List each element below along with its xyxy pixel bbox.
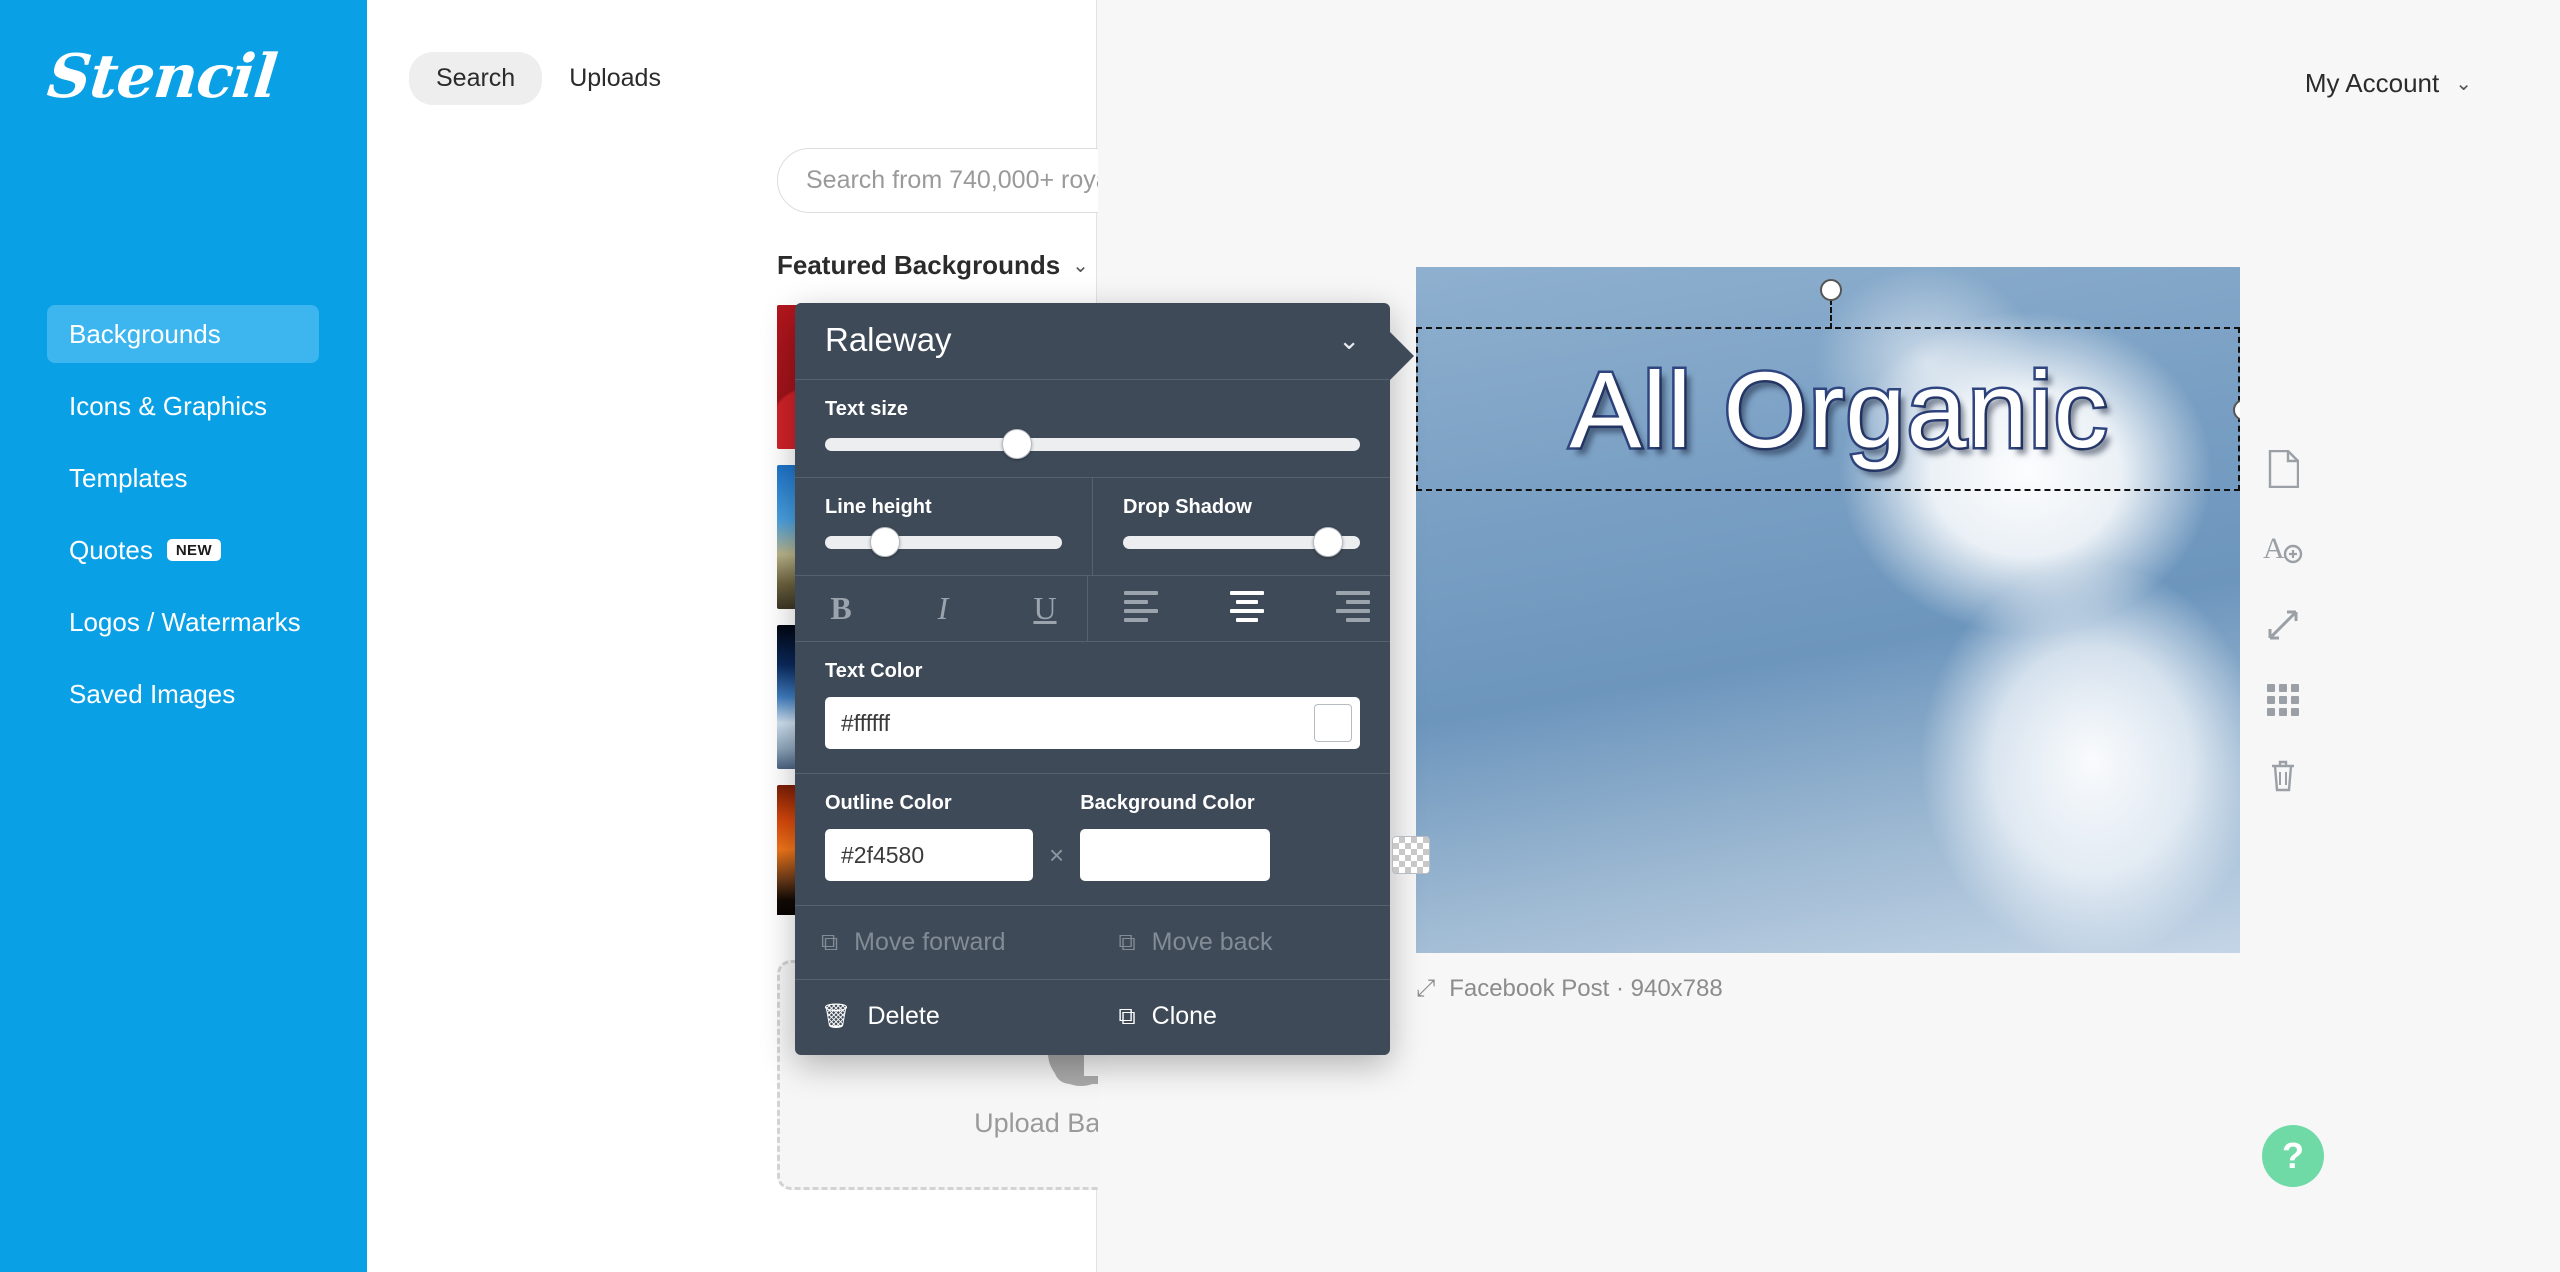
background-color-label: Background Color <box>1080 792 1255 814</box>
clone-label: Clone <box>1151 1002 1217 1030</box>
expand-icon: ⤢ <box>1416 975 1436 1002</box>
text-size-section: Text size <box>795 380 1390 478</box>
move-back-label: Move back <box>1151 928 1273 956</box>
trash-icon[interactable] <box>2268 758 2298 792</box>
drop-shadow-slider[interactable] <box>1123 527 1360 557</box>
text-color-section: Text Color <box>795 642 1390 774</box>
layer-actions: ⧉ Move forward ⧉ Move back <box>795 906 1390 980</box>
align-left-icon[interactable] <box>1124 590 1158 627</box>
text-align-group <box>1088 576 1390 641</box>
move-forward-button: ⧉ Move forward <box>795 906 1093 979</box>
new-badge: NEW <box>166 539 222 561</box>
selection-box <box>1416 279 2240 491</box>
move-back-button: ⧉ Move back <box>1093 906 1391 979</box>
app-logo[interactable]: Stencil <box>44 42 279 112</box>
slider-track <box>825 536 1062 549</box>
slider-knob[interactable] <box>870 527 901 557</box>
sidebar-item-label: Logos / Watermarks <box>69 606 301 637</box>
element-actions: 🗑 Delete ⧉ Clone <box>795 980 1390 1055</box>
grid-icon[interactable] <box>2267 684 2299 716</box>
app-root: Stencil Backgrounds Icons & Graphics Tem… <box>0 0 2560 1272</box>
drop-shadow-label: Drop Shadow <box>1123 496 1252 518</box>
sidebar-item-quotes[interactable]: Quotes NEW <box>47 521 319 579</box>
sidebar-nav: Backgrounds Icons & Graphics Templates Q… <box>47 305 319 737</box>
sidebar-item-label: Saved Images <box>69 678 236 709</box>
font-selector[interactable]: Raleway ⌄ <box>795 303 1390 380</box>
library-tabs: Search Uploads <box>409 52 688 105</box>
line-shadow-section: Line height Drop Shadow <box>795 478 1390 576</box>
move-forward-label: Move forward <box>854 928 1006 956</box>
text-size-label: Text size <box>825 398 908 420</box>
outline-color-field[interactable] <box>825 829 1175 881</box>
canvas-size-label: Facebook Post · 940x788 <box>1449 975 1723 1002</box>
sidebar-item-label: Backgrounds <box>69 318 221 349</box>
section-title: Featured Backgrounds <box>777 250 1061 280</box>
bold-button[interactable]: B <box>821 590 861 627</box>
sidebar: Stencil Backgrounds Icons & Graphics Tem… <box>0 0 367 1272</box>
design-canvas[interactable]: All Organic <box>1416 267 2240 953</box>
italic-button[interactable]: I <box>923 590 963 627</box>
tab-search[interactable]: Search <box>409 52 543 105</box>
slider-track <box>825 438 1360 451</box>
delete-label: Delete <box>867 1002 940 1030</box>
line-height-label: Line height <box>825 496 932 518</box>
trash-icon: 🗑 <box>821 1002 852 1030</box>
canvas-size-caption[interactable]: ⤢ Facebook Post · 940x788 <box>1416 975 1723 1003</box>
text-color-input[interactable] <box>841 709 1314 737</box>
tab-uploads[interactable]: Uploads <box>542 52 688 105</box>
text-color-label: Text Color <box>825 660 923 682</box>
sidebar-item-label: Templates <box>69 462 188 493</box>
background-color-input[interactable] <box>1096 841 1393 869</box>
sidebar-item-logos-watermarks[interactable]: Logos / Watermarks <box>47 593 319 651</box>
align-right-icon[interactable] <box>1336 590 1370 627</box>
resize-icon[interactable] <box>2266 608 2300 642</box>
clone-icon: ⧉ <box>1118 1002 1136 1030</box>
copy-icon: ⧉ <box>1118 928 1136 956</box>
chevron-down-icon[interactable]: ⌄ <box>1072 256 1089 276</box>
clone-button[interactable]: ⧉ Clone <box>1093 980 1391 1053</box>
sidebar-item-label: Quotes <box>69 534 153 565</box>
line-height-slider[interactable] <box>825 527 1062 557</box>
drop-shadow-section: Drop Shadow <box>1093 478 1390 575</box>
canvas-tool-rail: A <box>2248 449 2318 792</box>
sidebar-item-icons-graphics[interactable]: Icons & Graphics <box>47 377 319 435</box>
rotate-handle-line <box>1830 299 1832 329</box>
underline-button[interactable]: U <box>1025 590 1065 627</box>
text-color-swatch[interactable] <box>1314 704 1352 742</box>
my-account-menu[interactable]: My Account ⌄ <box>2305 68 2472 99</box>
help-bubble-button[interactable]: ? <box>2262 1125 2324 1187</box>
format-toolbar: B I U <box>795 576 1390 642</box>
slider-knob[interactable] <box>1001 429 1032 459</box>
outline-color-label: Outline Color <box>825 792 952 814</box>
sidebar-item-saved-images[interactable]: Saved Images <box>47 665 319 723</box>
add-text-icon[interactable]: A <box>2263 530 2303 566</box>
page-icon[interactable] <box>2267 449 2300 489</box>
line-height-section: Line height <box>795 478 1093 575</box>
svg-text:A: A <box>2263 532 2285 565</box>
text-edit-popup: Raleway ⌄ Text size Line height Drop Sha… <box>795 303 1431 1055</box>
copy-icon: ⧉ <box>821 928 839 956</box>
outline-background-color-section: Outline Color × Background Color <box>795 774 1431 906</box>
rotate-handle[interactable] <box>1820 279 1842 301</box>
chevron-down-icon: ⌄ <box>2455 73 2472 95</box>
align-center-icon[interactable] <box>1230 590 1264 627</box>
background-color-swatch[interactable] <box>1392 836 1431 874</box>
chevron-down-icon: ⌄ <box>1338 324 1360 355</box>
sidebar-item-templates[interactable]: Templates <box>47 449 319 507</box>
resize-handle-right[interactable] <box>2233 399 2240 421</box>
delete-button[interactable]: 🗑 Delete <box>795 980 1093 1053</box>
text-color-field[interactable] <box>825 697 1360 749</box>
text-size-slider[interactable] <box>825 429 1360 459</box>
sidebar-item-backgrounds[interactable]: Backgrounds <box>47 305 319 363</box>
sidebar-item-label: Icons & Graphics <box>69 390 267 421</box>
font-name-label: Raleway <box>825 321 952 358</box>
background-color-field[interactable] <box>1080 829 1431 881</box>
slider-knob[interactable] <box>1312 527 1343 557</box>
my-account-label: My Account <box>2304 68 2440 98</box>
text-style-group: B I U <box>795 576 1088 641</box>
